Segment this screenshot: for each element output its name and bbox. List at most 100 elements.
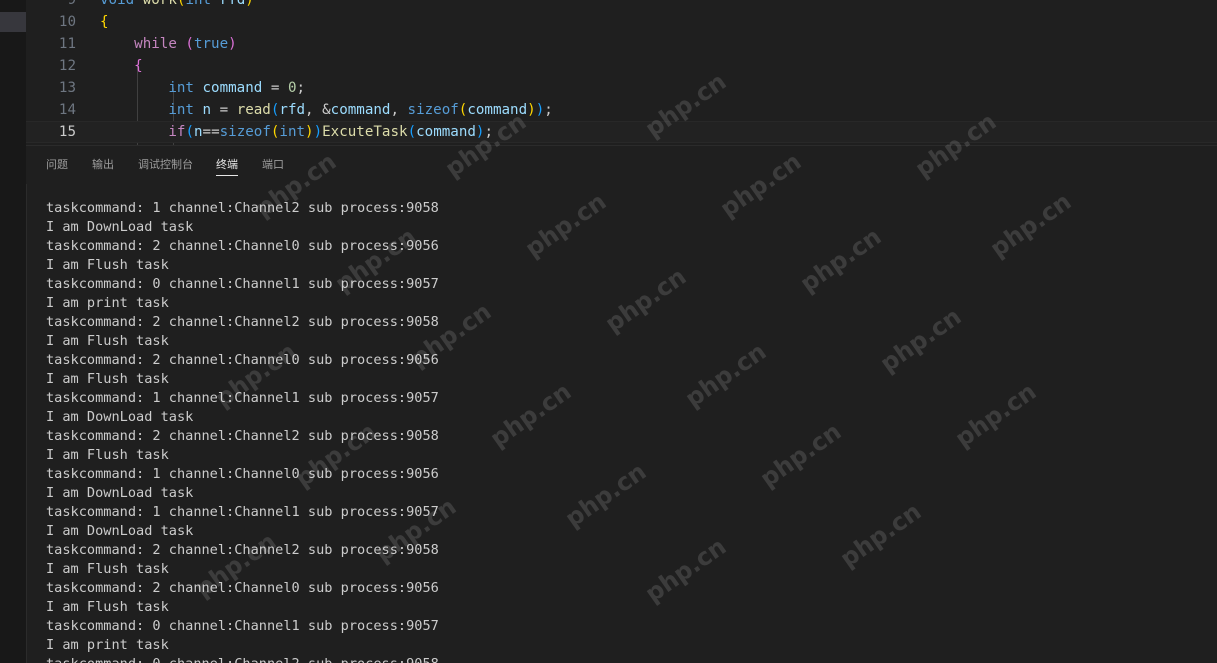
line-number: 13 xyxy=(58,80,76,96)
code-token: ( xyxy=(407,124,417,140)
terminal-line: I am Flush task xyxy=(46,599,169,615)
code-token: , & xyxy=(305,102,331,118)
terminal-output[interactable]: taskcommand: 1 channel:Channel2 sub proc… xyxy=(26,199,1217,663)
terminal-line: taskcommand: 2 channel:Channel2 sub proc… xyxy=(46,314,439,330)
terminal-line: taskcommand: 0 channel:Channel1 sub proc… xyxy=(46,618,439,634)
code-token: ) xyxy=(535,102,545,118)
terminal-line: taskcommand: 2 channel:Channel2 sub proc… xyxy=(46,542,439,558)
code-token: = xyxy=(262,80,288,96)
code-token: { xyxy=(100,14,109,30)
tab-problems[interactable]: 问题 xyxy=(46,157,68,173)
code-token: ; xyxy=(484,124,493,140)
code-text: void work(int rfd) xyxy=(100,0,254,11)
code-token: int xyxy=(279,124,306,140)
terminal-line: taskcommand: 1 channel:Channel1 sub proc… xyxy=(46,504,439,520)
code-token: while xyxy=(134,36,186,52)
terminal-line: I am Flush task xyxy=(46,333,169,349)
code-line[interactable]: 13 int command = 0; xyxy=(26,77,1217,99)
terminal-line: I am Flush task xyxy=(46,561,169,577)
code-token: command xyxy=(202,80,263,96)
terminal-line: I am DownLoad task xyxy=(46,523,194,539)
code-token: if xyxy=(168,124,186,140)
code-token: rfd xyxy=(279,102,306,118)
code-text: if(n==sizeof(int))ExcuteTask(command); xyxy=(100,121,493,143)
code-token: command xyxy=(467,102,528,118)
line-number: 14 xyxy=(58,102,76,118)
terminal-line: I am print task xyxy=(46,637,169,653)
terminal-line: I am DownLoad task xyxy=(46,409,194,425)
tab-output[interactable]: 输出 xyxy=(92,157,114,173)
terminal-line: taskcommand: 2 channel:Channel0 sub proc… xyxy=(46,580,439,596)
code-token: ; xyxy=(296,80,306,96)
code-token: ) xyxy=(245,0,254,8)
terminal-line: taskcommand: 0 channel:Channel1 sub proc… xyxy=(46,276,439,292)
code-token: sizeof xyxy=(219,124,271,140)
terminal-line: I am print task xyxy=(46,295,169,311)
code-token: read xyxy=(236,102,271,118)
code-text: { xyxy=(100,55,143,77)
terminal-line: I am Flush task xyxy=(46,371,169,387)
code-token: int xyxy=(168,102,203,118)
line-number: 10 xyxy=(58,14,76,30)
terminal-line: taskcommand: 1 channel:Channel2 sub proc… xyxy=(46,200,439,216)
terminal-line: taskcommand: 2 channel:Channel0 sub proc… xyxy=(46,352,439,368)
terminal-line: I am DownLoad task xyxy=(46,219,194,235)
line-number: 11 xyxy=(58,36,76,52)
line-number: 15 xyxy=(58,124,76,140)
code-token: ) xyxy=(228,36,237,52)
code-token: int xyxy=(185,0,220,8)
code-token: true xyxy=(193,36,229,52)
code-token: rfd xyxy=(219,0,246,8)
activity-bar xyxy=(0,0,27,663)
terminal-line: I am DownLoad task xyxy=(46,485,194,501)
code-token: command xyxy=(330,102,391,118)
tab-ports[interactable]: 端口 xyxy=(262,157,284,173)
tab-debug-console[interactable]: 调试控制台 xyxy=(138,157,193,173)
code-token: n xyxy=(202,102,212,118)
code-token: ( xyxy=(185,36,194,52)
code-token: ; xyxy=(544,102,553,118)
code-text: int command = 0; xyxy=(100,77,305,99)
code-token: , xyxy=(390,102,408,118)
terminal-line: taskcommand: 2 channel:Channel2 sub proc… xyxy=(46,428,439,444)
tab-terminal[interactable]: 终端 xyxy=(216,157,238,176)
code-token: { xyxy=(134,58,143,74)
code-token: ( xyxy=(185,124,194,140)
code-token: n xyxy=(193,124,203,140)
code-editor[interactable]: 9 void work(int rfd) 10{11 while (true) 12 … xyxy=(26,0,1217,145)
activity-selection-marker xyxy=(0,12,26,32)
line-number: 9 xyxy=(67,0,76,8)
terminal-line: I am Flush task xyxy=(46,447,169,463)
code-token: ) xyxy=(313,124,323,140)
code-token: void xyxy=(100,0,143,8)
code-token: ) xyxy=(527,102,536,118)
code-token: command xyxy=(416,124,476,140)
code-token: sizeof xyxy=(407,102,459,118)
code-token: work xyxy=(142,0,177,8)
code-line[interactable]: 15 if(n==sizeof(int))ExcuteTask(command)… xyxy=(26,121,1217,143)
code-line[interactable]: 14 int n = read(rfd, &command, sizeof(co… xyxy=(26,99,1217,121)
terminal-line: I am Flush task xyxy=(46,257,169,273)
code-token: int xyxy=(168,80,203,96)
code-line[interactable]: 9 void work(int rfd) xyxy=(26,0,1217,11)
code-line[interactable]: 12 { xyxy=(26,55,1217,77)
code-token: ExcuteTask xyxy=(322,124,408,140)
code-line[interactable]: 10 { xyxy=(26,11,1217,33)
code-token: = xyxy=(211,102,237,118)
code-token: == xyxy=(202,124,220,140)
code-token: ) xyxy=(305,124,314,140)
terminal-line: taskcommand: 1 channel:Channel1 sub proc… xyxy=(46,390,439,406)
terminal-line: taskcommand: 2 channel:Channel0 sub proc… xyxy=(46,238,439,254)
terminal-line: taskcommand: 0 channel:Channel2 sub proc… xyxy=(46,655,439,663)
terminal-line: taskcommand: 1 channel:Channel0 sub proc… xyxy=(46,466,439,482)
code-text: while (true) xyxy=(100,33,237,55)
panel-tabs: 问题 输出 调试控制台 终端 端口 xyxy=(26,146,1217,184)
code-text: { xyxy=(100,11,109,33)
code-line[interactable]: 11 while (true) xyxy=(26,33,1217,55)
line-number: 12 xyxy=(58,58,76,74)
